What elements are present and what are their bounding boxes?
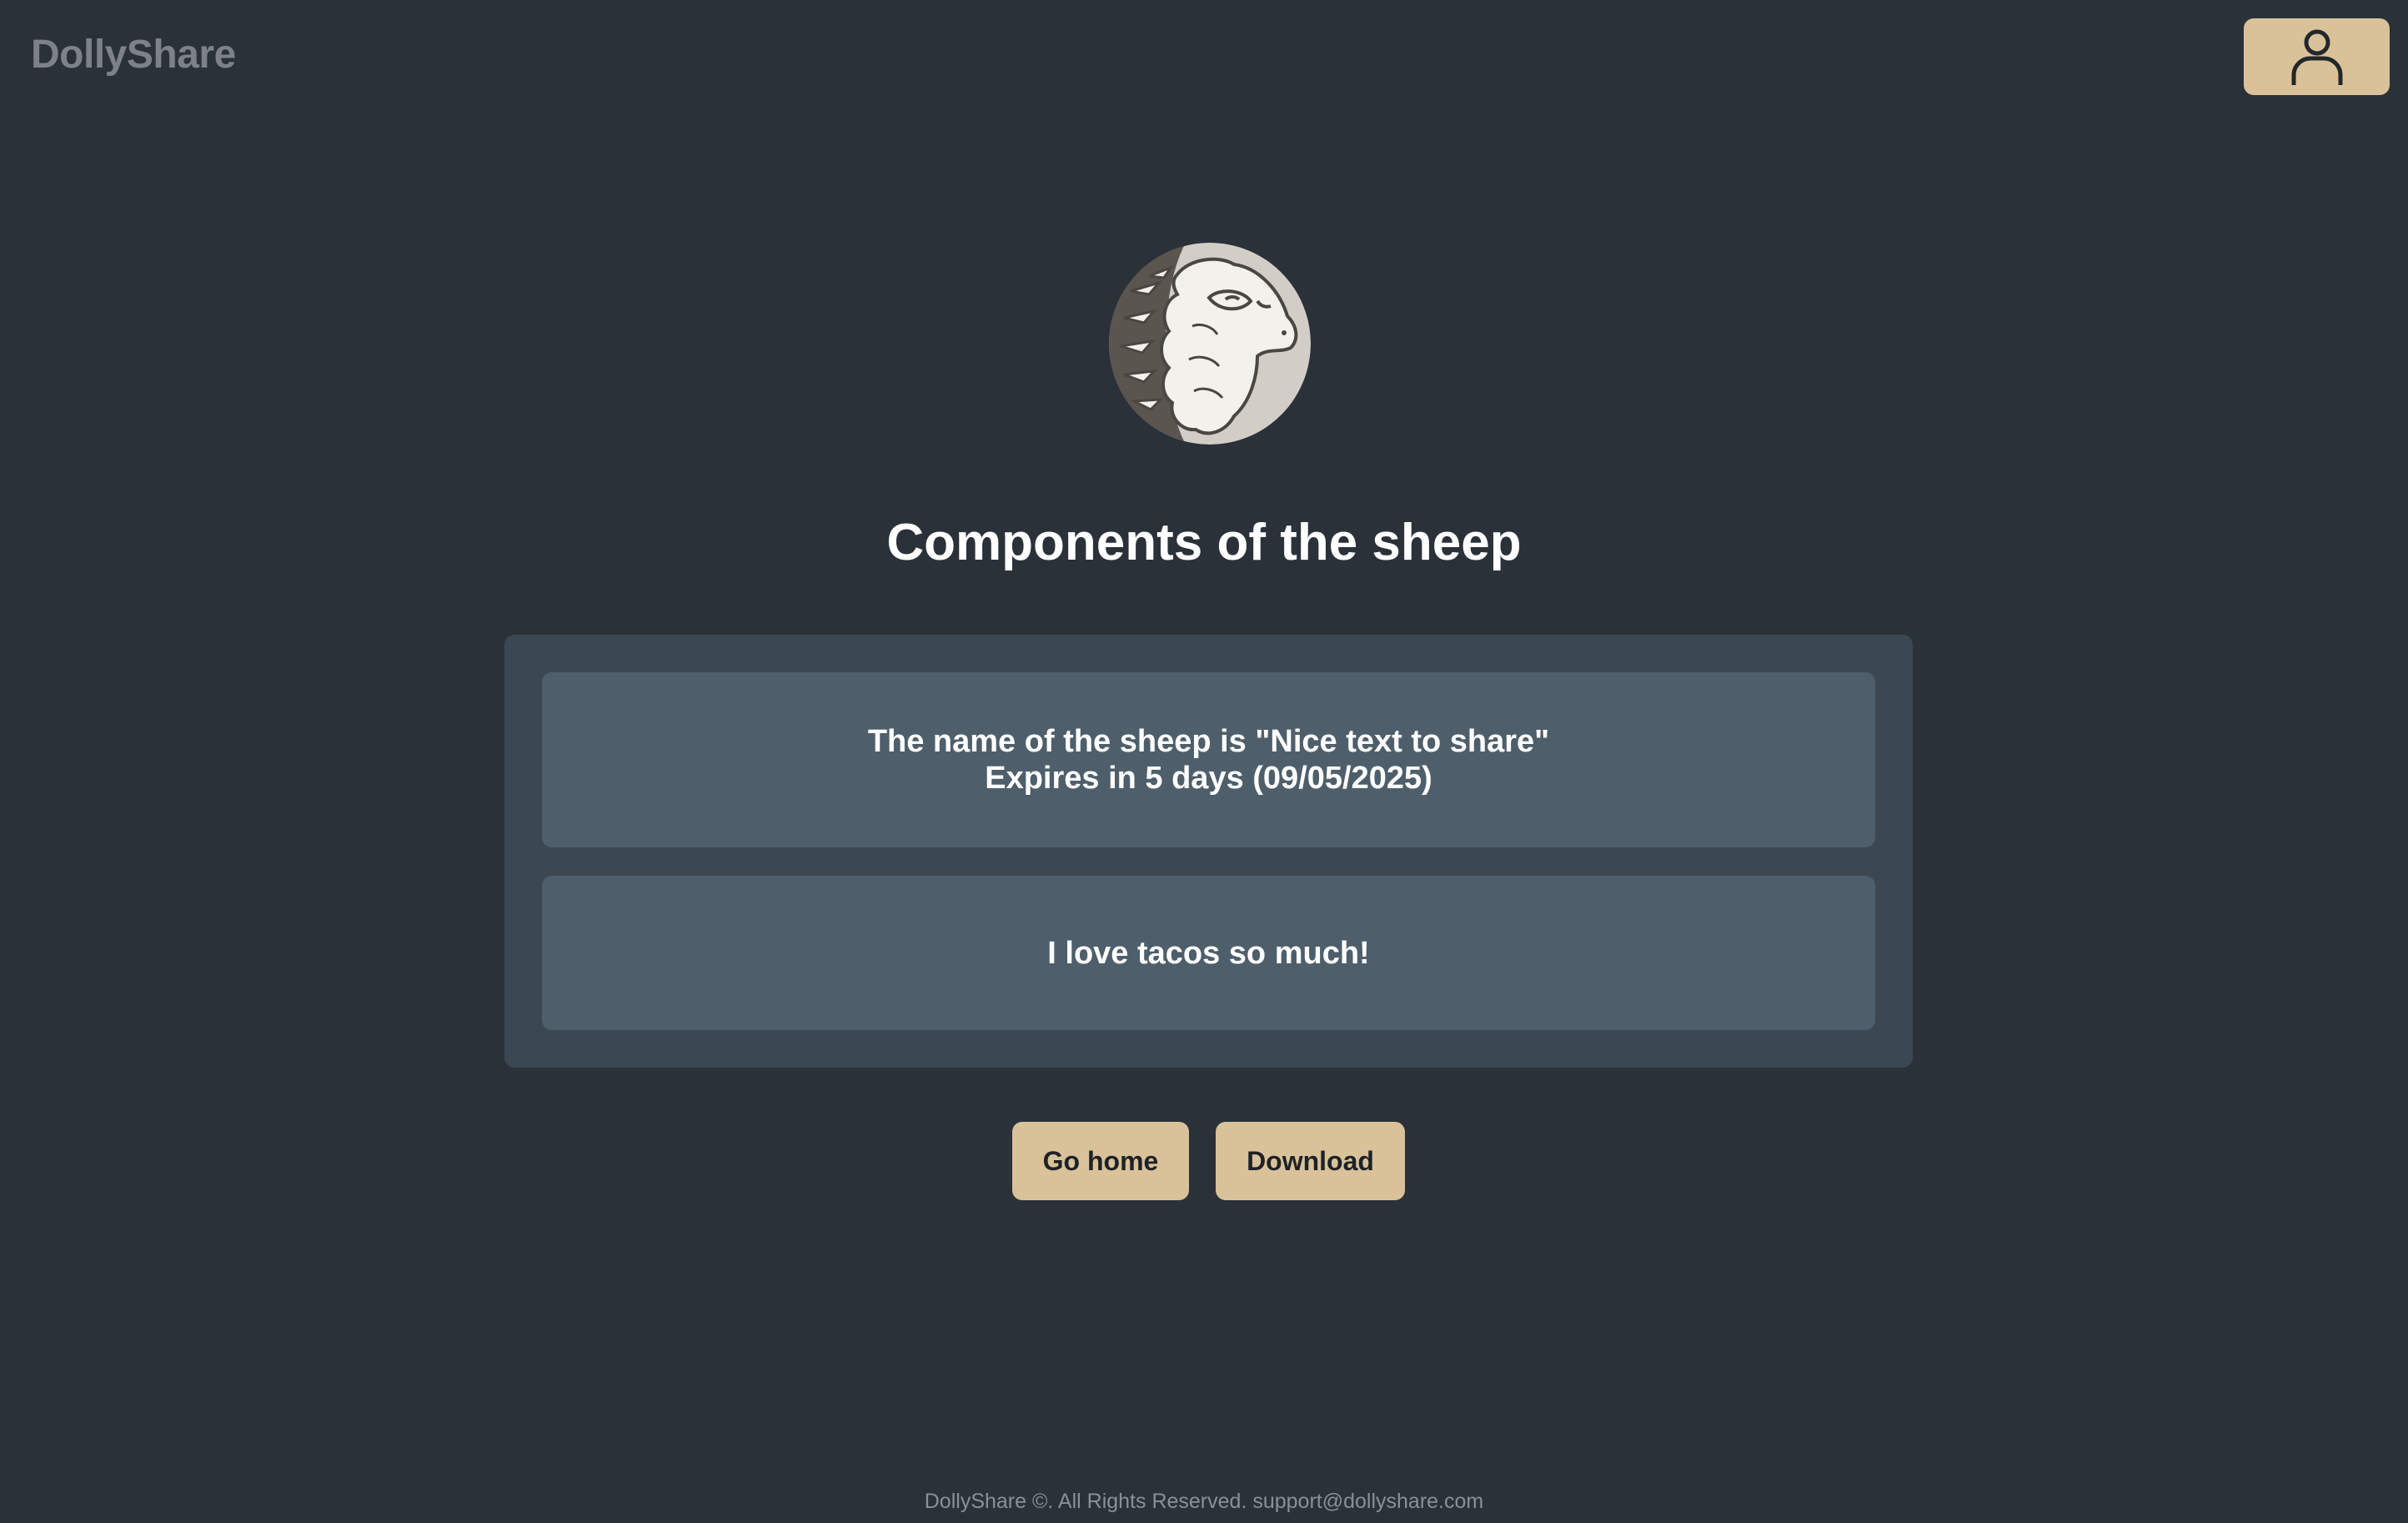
- share-expiry-text: Expires in 5 days (09/05/2025): [985, 761, 1432, 796]
- download-button[interactable]: Download: [1216, 1122, 1405, 1200]
- brand-logo-text[interactable]: DollyShare: [31, 32, 236, 78]
- user-icon: [2291, 29, 2342, 85]
- share-name-text: The name of the sheep is "Nice text to s…: [867, 724, 1550, 759]
- footer-text: DollyShare ©. All Rights Reserved. suppo…: [924, 1490, 1484, 1513]
- go-home-button[interactable]: Go home: [1012, 1122, 1189, 1200]
- share-panel: The name of the sheep is "Nice text to s…: [504, 635, 1913, 1068]
- sheep-logo: [1109, 243, 1311, 445]
- user-account-button[interactable]: [2244, 18, 2390, 95]
- share-info-card: The name of the sheep is "Nice text to s…: [542, 672, 1875, 847]
- share-content-card: I love tacos so much!: [542, 876, 1875, 1030]
- shared-text-content: I love tacos so much!: [1047, 935, 1370, 971]
- sheep-logo-icon: [1109, 243, 1311, 445]
- page-title: Components of the sheep: [886, 514, 1522, 571]
